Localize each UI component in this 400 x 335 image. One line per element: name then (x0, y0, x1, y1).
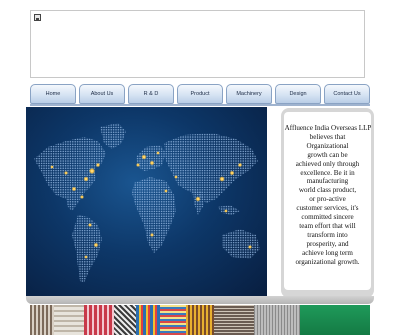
content-divider-bar (26, 296, 374, 304)
intro-line: Organizational (306, 141, 349, 150)
intro-panel: Affluence India Overseas LLP believes th… (281, 108, 374, 298)
intro-line: customer services, it's (296, 204, 359, 213)
fabric-swatch (254, 305, 300, 335)
fabric-swatches-image (30, 305, 370, 335)
intro-line: believes that (309, 132, 346, 141)
main-nav: Home About Us R & D Product Machinery De… (30, 84, 370, 104)
nav-about-us[interactable]: About Us (79, 84, 125, 104)
nav-contact-us[interactable]: Contact Us (324, 84, 370, 104)
header-banner (30, 10, 365, 78)
intro-line: growth can be (307, 150, 348, 159)
nav-divider (30, 104, 370, 106)
nav-machinery[interactable]: Machinery (226, 84, 272, 104)
intro-line: manufacturing (306, 177, 349, 186)
fabric-swatch (114, 305, 136, 335)
intro-text: Affluence India Overseas LLP believes th… (284, 112, 371, 290)
intro-heading: Affluence India Overseas LLP (284, 124, 372, 132)
broken-image-icon (34, 14, 41, 21)
intro-line: team effort that will (299, 221, 356, 230)
fabric-swatch (30, 305, 54, 335)
fabric-swatch (214, 305, 254, 335)
intro-line: achieved only through (295, 159, 360, 168)
intro-line: organizational growth. (295, 257, 360, 266)
intro-line: world class product, (298, 186, 357, 195)
fabric-swatch (160, 305, 186, 335)
world-map-image (26, 107, 267, 296)
fabric-swatch (186, 305, 214, 335)
fabric-swatch (300, 305, 370, 335)
intro-line: committed sincere (301, 213, 354, 222)
fabric-swatch (54, 305, 84, 335)
nav-design[interactable]: Design (275, 84, 321, 104)
intro-line: achieve long term (302, 248, 353, 257)
fabric-swatch (136, 305, 160, 335)
intro-line: transform into (307, 230, 348, 239)
nav-product[interactable]: Product (177, 84, 223, 104)
fabric-swatch (84, 305, 114, 335)
intro-line: or pro-active (309, 195, 346, 204)
nav-r-and-d[interactable]: R & D (128, 84, 174, 104)
intro-line: prosperity, and (306, 239, 349, 248)
intro-line: excellence. Be it in (300, 168, 355, 177)
nav-home[interactable]: Home (30, 84, 76, 104)
